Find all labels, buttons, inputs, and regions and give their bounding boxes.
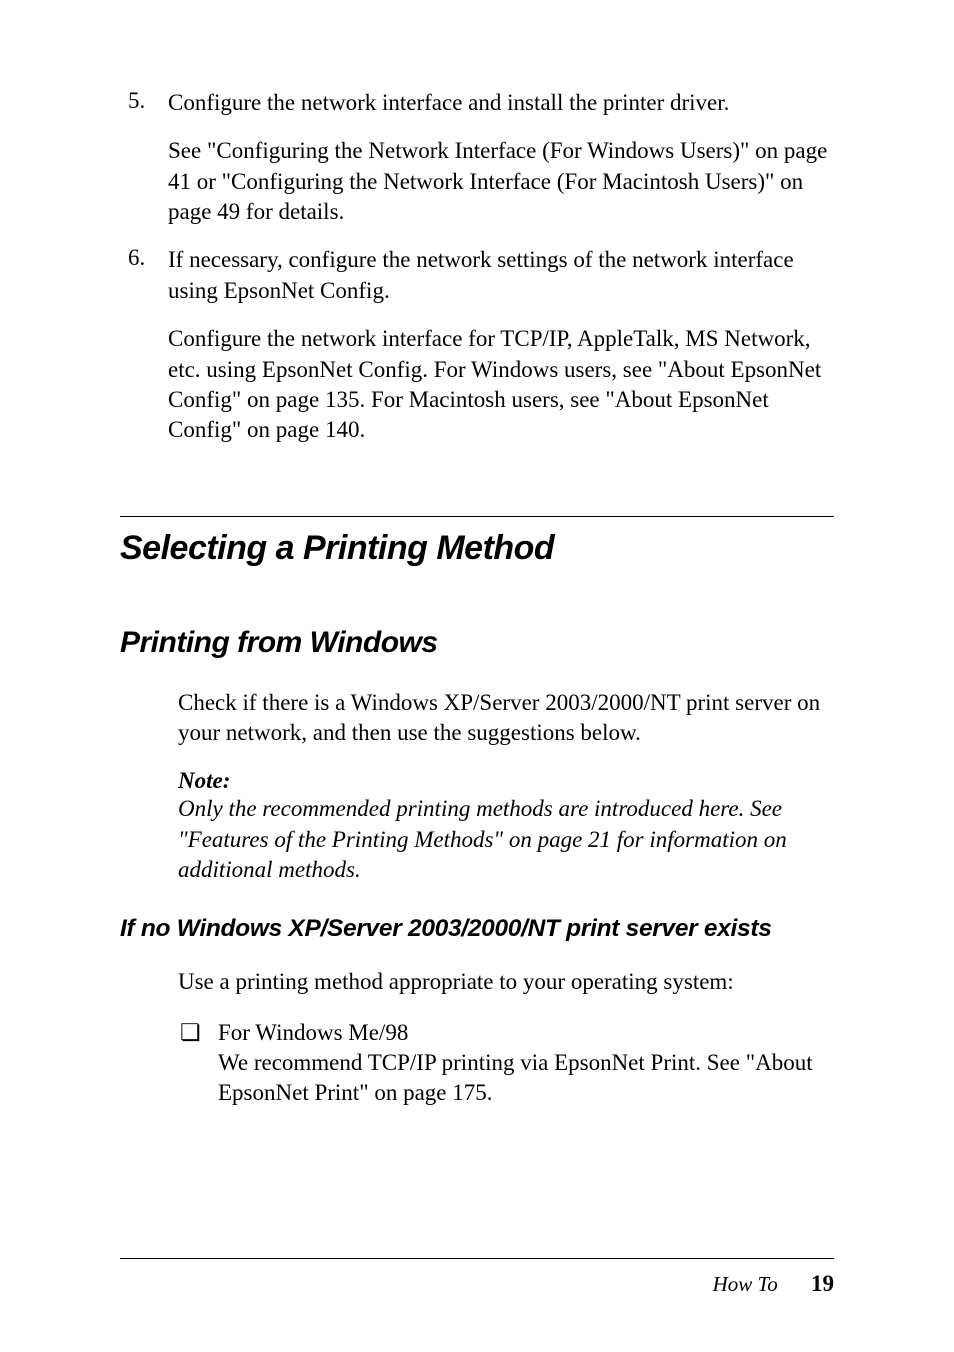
subsection-body-block: Check if there is a Windows XP/Server 20…: [120, 688, 834, 886]
footer-page-number: 19: [811, 1271, 834, 1296]
footer-title: How To: [713, 1272, 778, 1296]
minor-body: Use a printing method appropriate to you…: [178, 967, 834, 997]
bullet-line2: We recommend TCP/IP printing via EpsonNe…: [218, 1050, 813, 1105]
step-number: 6.: [120, 245, 168, 445]
subsection-body: Check if there is a Windows XP/Server 20…: [178, 688, 834, 749]
step-6: 6. If necessary, configure the network s…: [120, 245, 834, 445]
bullet-line1: For Windows Me/98: [218, 1020, 408, 1045]
step-list: 5. Configure the network interface and i…: [120, 88, 834, 446]
step-5: 5. Configure the network interface and i…: [120, 88, 834, 227]
step-detail: Configure the network interface for TCP/…: [168, 324, 834, 445]
minor-heading: If no Windows XP/Server 2003/2000/NT pri…: [120, 915, 834, 943]
page-footer: How To 19: [120, 1258, 834, 1297]
step-content: If necessary, configure the network sett…: [168, 245, 834, 445]
footer-divider: [120, 1258, 834, 1259]
note-label: Note:: [178, 768, 834, 794]
note-text: Only the recommended printing methods ar…: [178, 794, 834, 885]
step-detail: See "Configuring the Network Interface (…: [168, 136, 834, 227]
subsection-heading: Printing from Windows: [120, 626, 834, 660]
section-divider: [120, 516, 834, 517]
section-heading: Selecting a Printing Method: [120, 529, 834, 568]
step-content: Configure the network interface and inst…: [168, 88, 834, 227]
minor-body-block: Use a printing method appropriate to you…: [120, 967, 834, 1108]
bullet-content: For Windows Me/98 We recommend TCP/IP pr…: [218, 1018, 834, 1109]
bullet-marker: ❏: [178, 1018, 218, 1109]
step-lead: If necessary, configure the network sett…: [168, 247, 794, 302]
step-number: 5.: [120, 88, 168, 227]
bullet-item: ❏ For Windows Me/98 We recommend TCP/IP …: [178, 1018, 834, 1109]
step-lead: Configure the network interface and inst…: [168, 90, 729, 115]
footer-text: How To 19: [120, 1271, 834, 1297]
